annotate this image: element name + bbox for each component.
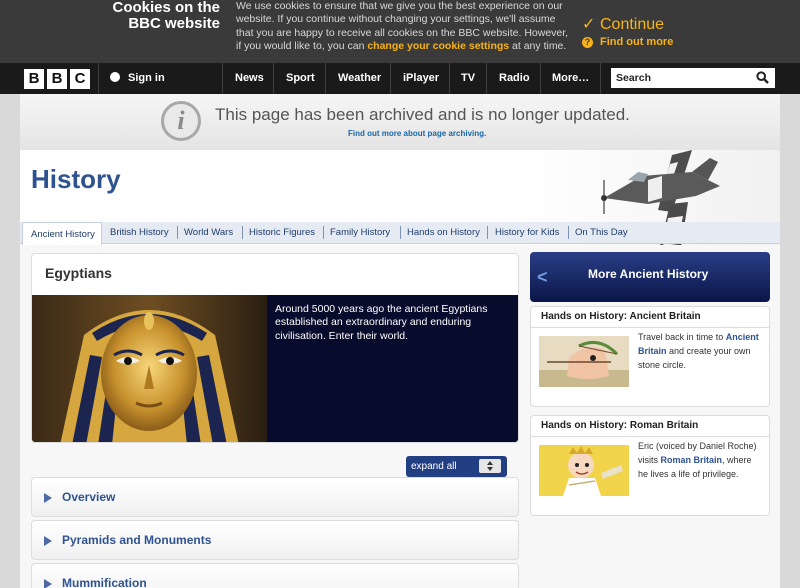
card-divider: [531, 327, 769, 328]
cookie-message: We use cookies to ensure that we give yo…: [236, 0, 569, 52]
nav-divider: [222, 63, 223, 94]
triangle-right-icon: [44, 493, 52, 503]
tab-historic-figures[interactable]: Historic Figures: [249, 227, 315, 238]
card-divider: [531, 436, 769, 437]
triangle-right-icon: [44, 536, 52, 546]
accordion-mummification[interactable]: Mummification: [31, 563, 519, 588]
card-text: Travel back in time to Ancient Britain a…: [638, 332, 759, 370]
feature-panel: Egyptians Around 5000 years ago the anci…: [31, 253, 519, 443]
accordion-overview[interactable]: Overview: [31, 477, 519, 517]
accordion-pyramids-and-monuments[interactable]: Pyramids and Monuments: [31, 520, 519, 560]
tab-divider: [487, 226, 488, 239]
card-text: Eric (voiced by Daniel Roche) visits Rom…: [638, 441, 757, 479]
tab-divider: [568, 226, 569, 239]
cookie-settings-link[interactable]: change your cookie settings: [367, 40, 509, 52]
nav-divider: [600, 63, 601, 94]
page-title[interactable]: History: [31, 164, 121, 195]
search-input[interactable]: Search: [611, 68, 775, 88]
expand-all-select[interactable]: expand all: [406, 456, 507, 477]
card-title[interactable]: Hands on History: Ancient Britain: [541, 311, 701, 322]
question-icon: ?: [582, 37, 593, 48]
nav-divider: [486, 63, 487, 94]
page-container: i This page has been archived and is no …: [20, 94, 780, 588]
nav-radio[interactable]: Radio: [499, 72, 530, 84]
search-placeholder: Search: [616, 72, 652, 84]
archive-notice: i This page has been archived and is no …: [20, 94, 780, 150]
tab-hands-on-history[interactable]: Hands on History: [407, 227, 480, 238]
tab-family-history[interactable]: Family History: [330, 227, 390, 238]
tab-world-wars[interactable]: World Wars: [184, 227, 233, 238]
nav-more[interactable]: More…: [552, 72, 589, 84]
main-content: Egyptians Around 5000 years ago the anci…: [20, 245, 780, 588]
tab-ancient-history[interactable]: Ancient History: [22, 222, 102, 245]
cookie-banner: Cookies on the BBC website We use cookie…: [0, 0, 800, 63]
tab-divider: [242, 226, 243, 239]
nav-divider: [98, 63, 99, 94]
more-ancient-history-header[interactable]: < More Ancient History: [530, 252, 770, 302]
bbc-navbar: B B C Sign in News Sport Weather iPlayer…: [0, 63, 800, 94]
nav-iplayer[interactable]: iPlayer: [403, 72, 439, 84]
ancient-britain-archer-thumbnail[interactable]: [539, 336, 629, 387]
nav-weather[interactable]: Weather: [338, 72, 381, 84]
nav-tv[interactable]: TV: [461, 72, 475, 84]
archive-message: This page has been archived and is no lo…: [215, 105, 630, 124]
sidebar-card-ancient-britain: Hands on History: Ancient Britain Travel…: [530, 306, 770, 407]
chevron-left-icon: <: [537, 267, 548, 287]
triangle-right-icon: [44, 579, 52, 588]
tab-divider: [177, 226, 178, 239]
cookie-continue-button[interactable]: ✓ Continue: [582, 14, 664, 34]
nav-divider: [540, 63, 541, 94]
card-title[interactable]: Hands on History: Roman Britain: [541, 420, 698, 431]
info-icon: i: [161, 101, 201, 141]
feature-title: Egyptians: [45, 265, 112, 281]
updown-arrows-icon: [479, 459, 501, 473]
sidebar-card-roman-britain: Hands on History: Roman Britain Eric (vo…: [530, 415, 770, 516]
nav-divider: [273, 63, 274, 94]
tab-divider: [400, 226, 401, 239]
feature-description: Around 5000 years ago the ancient Egypti…: [267, 295, 518, 442]
nav-divider: [390, 63, 391, 94]
archive-info-link[interactable]: Find out more about page archiving.: [348, 129, 486, 138]
tutankhamun-mask-image: [32, 295, 267, 442]
search-icon[interactable]: [756, 71, 769, 84]
cookie-title: Cookies on the BBC website: [112, 0, 220, 32]
tab-on-this-day[interactable]: On This Day: [575, 227, 628, 238]
roman-britain-link[interactable]: Roman Britain: [661, 455, 723, 465]
bbc-logo[interactable]: B B C: [24, 69, 90, 89]
cookie-find-out-more-link[interactable]: ? Find out more: [582, 36, 673, 48]
nav-news[interactable]: News: [235, 72, 264, 84]
nav-divider: [449, 63, 450, 94]
user-icon: [110, 72, 120, 82]
roman-britain-eric-thumbnail[interactable]: [539, 445, 629, 496]
tab-divider: [323, 226, 324, 239]
check-icon: ✓: [582, 16, 596, 33]
tab-british-history[interactable]: British History: [110, 227, 169, 238]
nav-divider: [325, 63, 326, 94]
section-tabs: Ancient History British History World Wa…: [20, 222, 780, 245]
sign-in-link[interactable]: Sign in: [110, 72, 165, 84]
tab-history-for-kids[interactable]: History for Kids: [495, 227, 559, 238]
nav-sport[interactable]: Sport: [286, 72, 315, 84]
